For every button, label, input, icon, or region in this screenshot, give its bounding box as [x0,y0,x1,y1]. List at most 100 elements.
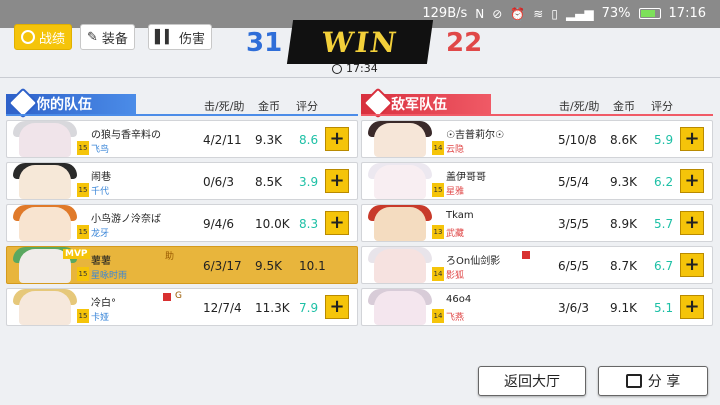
add-friend-button[interactable]: + [680,253,704,277]
player-kda: 4/2/11 [203,133,242,147]
hero-level: 14 [432,267,444,281]
player-name: 小鸟游ノ泠奈ば [91,214,161,225]
player-rating: 5.1 [654,301,674,315]
player-kda: 6/5/5 [558,259,589,273]
player-row: 15 冷白° 卡娅 G 12/7/4 11.3K 7.9 + [6,288,358,326]
hero-avatar [362,289,442,325]
mvp-badge: MVP [63,249,90,259]
player-kda: 5/5/4 [558,175,589,189]
add-friend-button[interactable]: + [325,127,349,151]
hero-level: 14 [432,309,444,323]
add-friend-button[interactable]: + [325,295,349,319]
bar-chart-icon: ▌▍ [155,29,175,45]
player-gold: 9.1K [610,301,637,315]
tab-record-label: 战绩 [39,31,66,47]
player-kda: 12/7/4 [203,301,242,315]
player-kda: 3/6/3 [558,301,589,315]
player-row: 15 闹巷 千代 0/6/3 8.5K 3.9 + [6,162,358,200]
player-kda: 5/10/8 [558,133,597,147]
player-gold: 10.0K [255,217,290,231]
hero-level: 13 [432,225,444,239]
clock-icon [332,63,342,74]
first-blood-icon [522,251,530,259]
player-rating: 6.2 [654,175,674,189]
hero-level: 15 [77,141,89,155]
share-button[interactable]: 分 享 [598,366,708,396]
add-friend-button[interactable]: + [680,295,704,319]
tab-record[interactable]: 战绩 [14,24,73,50]
add-friend-button[interactable]: + [680,211,704,235]
player-kda: 9/4/6 [203,217,234,231]
add-friend-button[interactable]: + [680,169,704,193]
hero-level: 14 [432,141,444,155]
player-gold: 8.9K [610,217,637,231]
player-name: ☉吉普莉尔☉ [446,130,504,141]
player-gold: 8.6K [610,133,637,147]
hero-level: 15 [432,183,444,197]
col-gold: 金币 [613,100,635,113]
tab-equipment[interactable]: ✎ 装备 [80,24,135,50]
player-rating: 8.6 [299,133,319,147]
player-gold: 8.5K [255,175,282,189]
wrench-icon: ✎ [87,29,98,45]
player-name: 冷白° [91,298,116,309]
player-row: 15 の狼与香辛料の 飞鸟 4/2/11 9.3K 8.6 + [6,120,358,158]
player-row: 14 ☉吉普莉尔☉ 云隐 5/10/8 8.6K 5.9 + [361,120,713,158]
match-time: 17:34 [346,62,378,75]
player-gold: 9.5K [255,259,282,273]
ally-team-title: 你的队伍 [6,87,136,119]
hero-name: 武藏 [446,229,465,239]
col-kda: 击/死/助 [204,100,245,113]
col-rating: 评分 [296,100,318,113]
hero-avatar [7,205,87,241]
enemy-team-title: 敌军队伍 [361,87,491,119]
hero-level: 15 [77,309,89,323]
add-friend-button[interactable]: + [680,127,704,151]
win-logo: WIN [286,20,434,64]
player-gold: 9.3K [610,175,637,189]
add-friend-button[interactable]: + [325,211,349,235]
ally-team-header: 你的队伍 击/死/助 金币 评分 [6,87,358,119]
player-row: 14 ろOn仙剑影 影狐 6/5/5 8.7K 6.7 + [361,246,713,284]
first-blood-icon [163,293,171,301]
player-rating: 7.9 [299,301,319,315]
assist-badge: 助 [165,252,175,262]
player-name: 盖伊哥哥 [446,172,486,183]
tab-damage[interactable]: ▌▍ 伤害 [148,24,213,50]
col-gold: 金币 [258,100,280,113]
hero-name: 千代 [91,187,110,197]
hero-name: 云隐 [446,145,465,155]
tab-damage-label: 伤害 [179,31,206,47]
hero-name: 卡娅 [91,313,110,323]
share-icon [625,374,642,388]
ally-team-panel: 你的队伍 击/死/助 金币 评分 15 の狼与香辛料の 飞鸟 4/2/11 9.… [6,87,358,326]
hero-level: 15 [77,225,89,239]
match-duration: 17:34 [332,62,378,75]
hero-level: 15 [77,183,89,197]
hero-name: 星雅 [446,187,465,197]
back-to-lobby-button[interactable]: 返回大厅 [478,366,586,396]
hero-avatar [7,121,87,157]
blue-score: 31 [246,28,283,58]
hero-avatar [7,163,87,199]
player-kda: 3/5/5 [558,217,589,231]
header-divider [0,77,720,78]
enemy-team-header: 敌军队伍 击/死/助 金币 评分 [361,87,713,119]
player-name: 闹巷 [91,172,111,183]
player-row: 15 小鸟游ノ泠奈ば 龙牙 9/4/6 10.0K 8.3 + [6,204,358,242]
match-header: 战绩 ✎ 装备 ▌▍ 伤害 31 WIN 22 17:34 [0,0,720,80]
col-rating: 评分 [651,100,673,113]
player-gold: 9.3K [255,133,282,147]
hero-avatar [362,121,442,157]
player-rating: 5.9 [654,133,674,147]
player-rating: 6.7 [654,259,674,273]
add-friend-button[interactable]: + [325,169,349,193]
hero-avatar [362,247,442,283]
player-rating: 8.3 [299,217,319,231]
player-name: の狼与香辛料の [91,130,161,141]
hero-name: 影狐 [446,271,465,281]
player-rating: 3.9 [299,175,319,189]
player-row-mvp: MVP 15 薯薯 星咏时雨 助 6/3/17 9.5K 10.1 [6,246,358,284]
player-kda: 6/3/17 [203,259,242,273]
hero-avatar [7,289,87,325]
